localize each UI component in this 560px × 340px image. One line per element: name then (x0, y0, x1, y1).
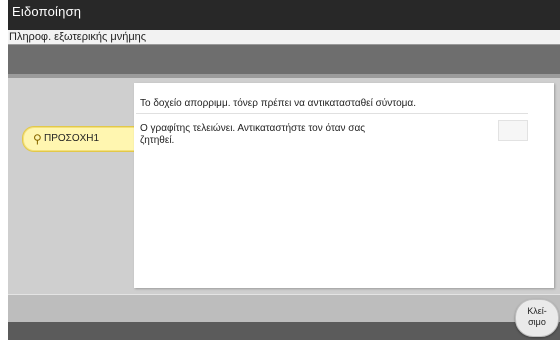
notification-panel: Ειδοποίηση Πληροφ. εξωτερικής μνήμης ⚲ Π… (8, 0, 560, 340)
subtitle-bar: Πληροφ. εξωτερικής μνήμης (8, 30, 560, 45)
close-button[interactable]: Κλεί- σιμο (515, 299, 559, 337)
warning-icon: ⚲ (33, 132, 42, 146)
header-band (8, 45, 560, 74)
bottom-bar (8, 294, 560, 323)
window-subtitle: Πληροφ. εξωτερικής μνήμης (9, 31, 147, 43)
message-line2: Ο γραφίτης τελειώνει. Αντικαταστήστε τον… (140, 123, 366, 146)
close-label-line1: Κλεί- (527, 306, 547, 316)
warning-tab[interactable]: ⚲ ΠΡΟΣΟΧΗ1 (22, 126, 135, 152)
warning-label: ΠΡΟΣΟΧΗ1 (44, 133, 100, 144)
message-box: Το δοχείο απορριμμ. τόνερ πρέπει να αντι… (134, 83, 554, 288)
close-label-line2: σιμο (528, 317, 546, 327)
bottom-strip (8, 322, 560, 340)
window-title: Ειδοποίηση (12, 4, 82, 19)
message-line1: Το δοχείο απορριμμ. τόνερ πρέπει να αντι… (140, 98, 416, 109)
title-bar: Ειδοποίηση (8, 0, 560, 30)
message-indicator-box (498, 120, 528, 141)
